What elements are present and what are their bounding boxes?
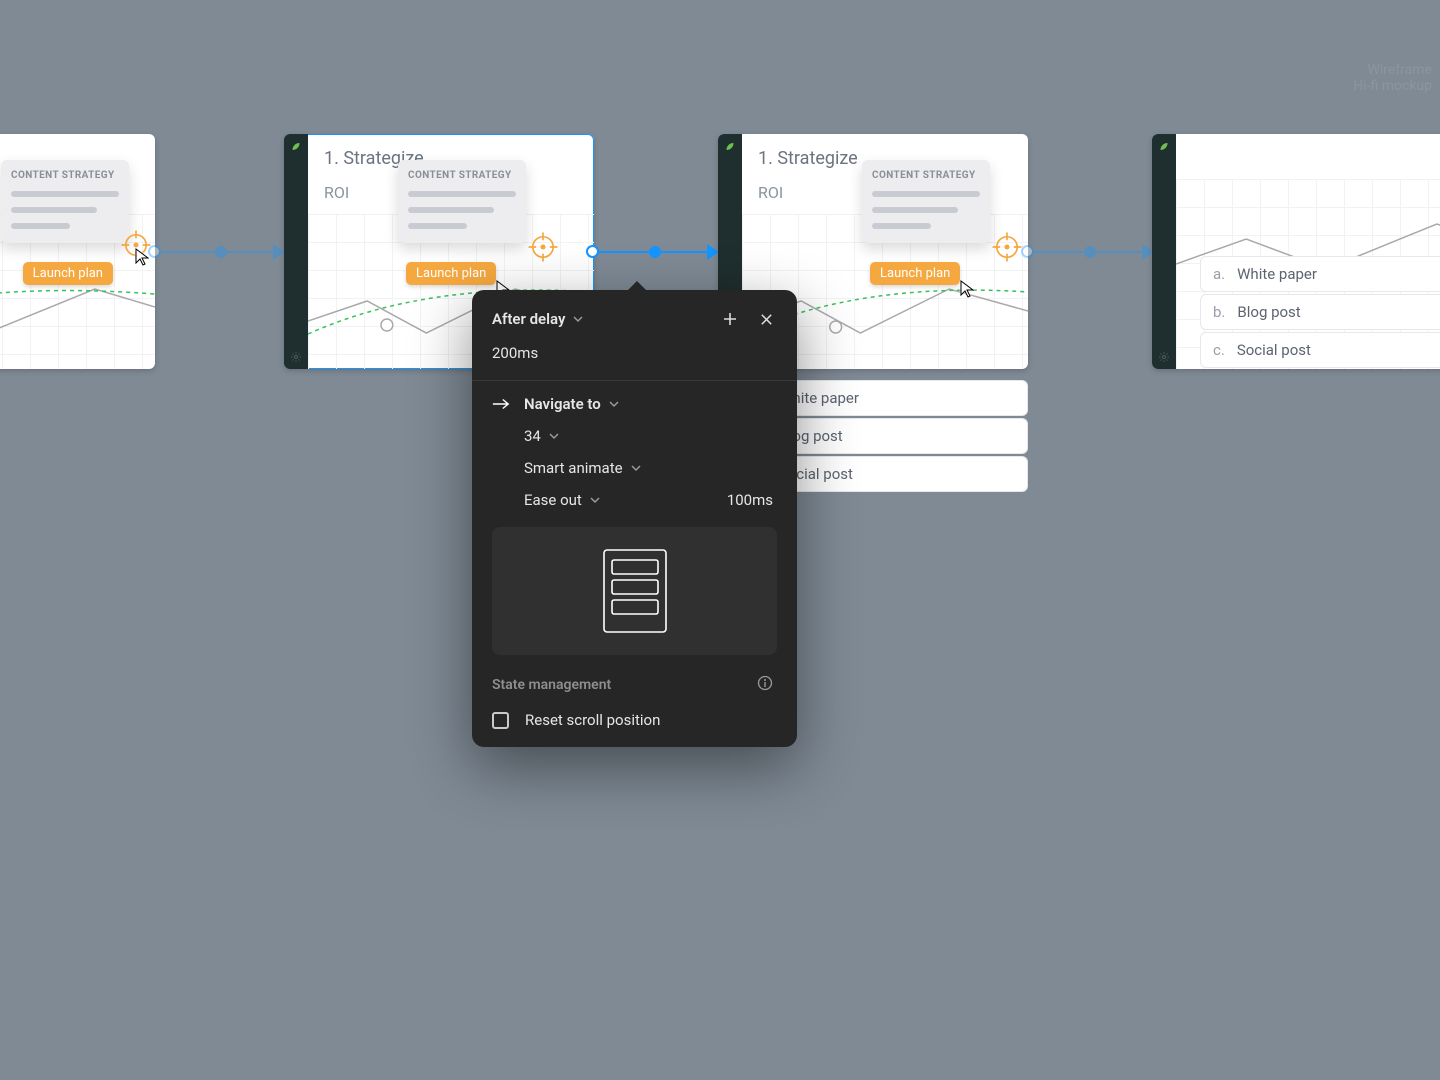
option-letter: c. xyxy=(1213,341,1225,359)
duration-text: 100ms xyxy=(727,491,773,509)
leaf-icon xyxy=(290,140,302,152)
strategy-card: CONTENT STRATEGY xyxy=(862,160,990,243)
chevron-down-icon xyxy=(590,495,600,505)
trigger-select[interactable]: After delay xyxy=(492,310,583,328)
reset-scroll-checkbox[interactable] xyxy=(492,712,509,729)
interaction-panel: After delay 200ms Navigate to 34 S xyxy=(472,290,797,747)
destination-label: 34 xyxy=(524,427,541,445)
prototype-connection-active[interactable] xyxy=(593,251,717,253)
add-action-button[interactable] xyxy=(719,308,741,330)
option-text: Blog post xyxy=(1237,303,1300,321)
strategy-card-caption: CONTENT STRATEGY xyxy=(11,170,119,181)
info-icon[interactable] xyxy=(757,675,773,691)
strategy-card-caption: CONTENT STRATEGY xyxy=(408,170,516,181)
preview-glyph xyxy=(600,546,670,636)
prototype-connection[interactable] xyxy=(155,251,283,253)
option-letter: b. xyxy=(1213,303,1225,321)
gear-icon xyxy=(290,351,302,363)
target-reticle-icon xyxy=(526,230,560,264)
launch-pill-label: Launch plan xyxy=(880,266,950,281)
leaf-icon xyxy=(724,140,736,152)
trigger-label: After delay xyxy=(492,310,565,328)
frame-cropped-left[interactable]: CONTENT STRATEGY Launch plan xyxy=(0,134,155,369)
animation-preview[interactable] xyxy=(492,527,777,655)
option-text: Social post xyxy=(1237,341,1311,359)
cursor-icon xyxy=(960,280,974,298)
easing-select[interactable]: Ease out xyxy=(524,491,600,509)
launch-pill-label: Launch plan xyxy=(33,266,103,281)
action-label: Navigate to xyxy=(524,395,601,413)
option-letter: a. xyxy=(1213,265,1225,283)
launch-pill-label: Launch plan xyxy=(416,266,486,281)
leaf-icon xyxy=(1158,140,1170,152)
target-reticle-icon xyxy=(990,230,1024,264)
delay-value[interactable]: 200ms xyxy=(472,330,797,362)
launch-pill[interactable]: Launch plan xyxy=(870,262,960,285)
frame-body: CONTENT STRATEGY Launch plan xyxy=(0,134,155,369)
state-management-heading: State management xyxy=(492,677,611,693)
animation-label: Smart animate xyxy=(524,459,623,477)
frame-dark-sidebar xyxy=(1152,134,1176,369)
destination-select[interactable]: 34 xyxy=(524,427,559,445)
duration-input[interactable]: 100ms xyxy=(727,491,773,509)
animation-select[interactable]: Smart animate xyxy=(524,459,641,477)
ghost-label: Wireframe xyxy=(1353,62,1432,78)
ghost-label: Hi-fi mockup xyxy=(1353,78,1432,94)
action-select[interactable]: Navigate to xyxy=(524,395,619,413)
delay-text: 200ms xyxy=(492,344,538,362)
chevron-down-icon xyxy=(609,399,619,409)
option-row[interactable]: c. Social post xyxy=(1200,332,1440,368)
strategy-card: CONTENT STRATEGY xyxy=(398,160,526,243)
launch-pill[interactable]: Launch plan xyxy=(23,262,113,285)
frame-dark-sidebar xyxy=(284,134,308,369)
chevron-down-icon xyxy=(631,463,641,473)
easing-label: Ease out xyxy=(524,491,582,509)
chevron-down-icon xyxy=(549,431,559,441)
dashed-line xyxy=(0,289,155,349)
arrow-right-icon xyxy=(492,397,510,411)
option-row[interactable]: a. White paper xyxy=(1200,256,1440,292)
option-row[interactable]: b. Blog post xyxy=(1200,294,1440,330)
reset-scroll-label: Reset scroll position xyxy=(525,711,660,729)
strategy-card-caption: CONTENT STRATEGY xyxy=(872,170,980,181)
cursor-icon xyxy=(135,248,149,266)
launch-pill[interactable]: Launch plan xyxy=(406,262,496,285)
prototype-connection[interactable] xyxy=(1028,251,1152,253)
ghost-label-group: Wireframe Hi-fi mockup xyxy=(1353,62,1432,94)
close-button[interactable] xyxy=(755,308,777,330)
option-text: White paper xyxy=(1237,265,1317,283)
gear-icon xyxy=(1158,351,1170,363)
chevron-down-icon xyxy=(573,314,583,324)
strategy-card: CONTENT STRATEGY xyxy=(1,160,129,243)
